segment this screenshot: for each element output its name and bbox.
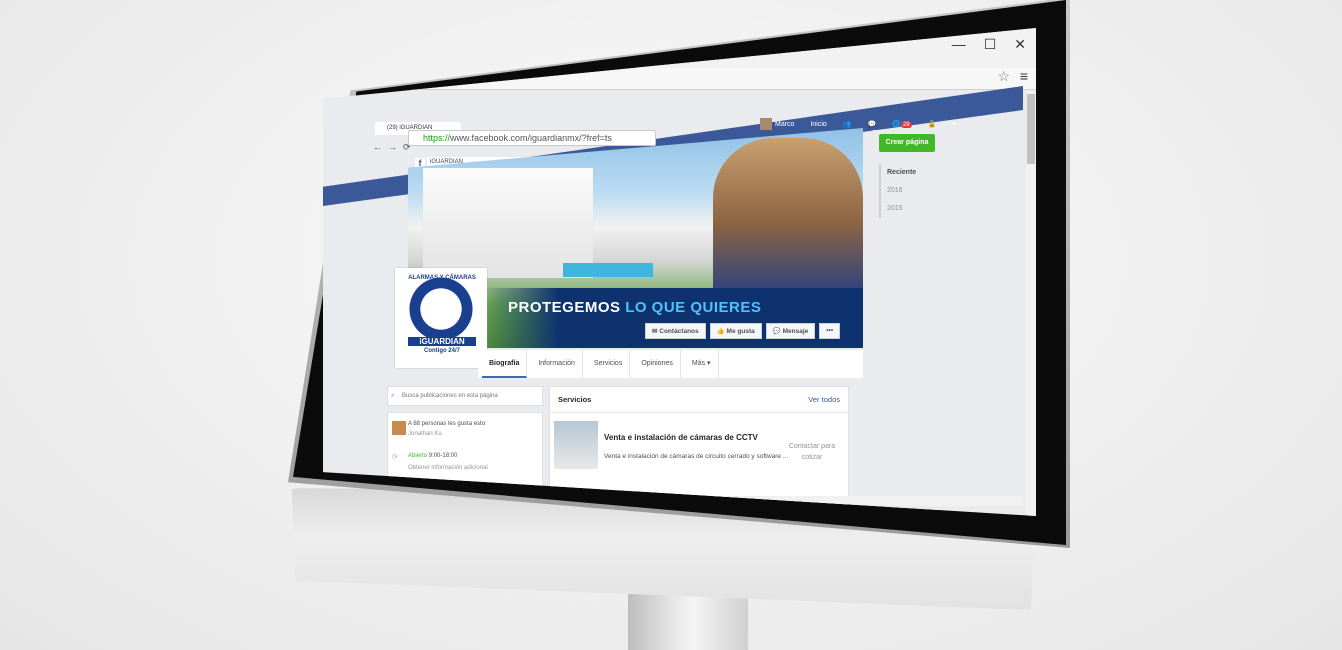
avatar [760, 118, 772, 130]
profile-arc-text: ALARMAS Y CÁMARAS [408, 275, 476, 281]
imac-stand [628, 590, 748, 650]
create-page-button[interactable]: Crear página [879, 134, 935, 152]
opening-hours: 9:00-18:00 [428, 453, 458, 459]
service-thumbnail[interactable] [554, 421, 598, 469]
more-options-button[interactable]: ••• [819, 323, 841, 339]
back-arrow-icon[interactable]: ← [373, 142, 382, 153]
tab-biografia[interactable]: Biografía [482, 350, 528, 378]
message-button[interactable]: 💬 Mensaje [765, 323, 816, 339]
notification-badge: 29 [900, 122, 912, 128]
contact-button[interactable]: ✉ Contáctanos [645, 323, 706, 339]
service-title[interactable]: Venta e instalación de cámaras de CCTV [604, 433, 758, 442]
contact-button-label: Contáctanos [659, 328, 699, 335]
right-column: Crear página Reciente 2016 2015 [873, 130, 1023, 510]
profile-picture[interactable]: ALARMAS Y CÁMARAS iGUARDIAN Contigo 24/7 [395, 268, 487, 368]
chat-bubble-icon: 💬 [772, 328, 783, 335]
timeline-recent[interactable]: Reciente [887, 164, 916, 182]
services-card: Servicios Ver todos Venta e instalación … [549, 386, 849, 506]
imac-mockup: — ☐ ✕ ☆ ≡ (29) iGUARDIAN ← → ⟳ https://w… [0, 0, 1342, 650]
account-menu-chevron-icon[interactable]: ▾ [952, 120, 956, 128]
cover-house-image [423, 168, 593, 278]
tab-mas[interactable]: Más ▾ [685, 350, 719, 378]
more-info-link[interactable]: Obtener información adicional [408, 465, 488, 471]
tab-servicios[interactable]: Servicios [587, 350, 631, 378]
likes-text[interactable]: A 88 personas les gusta esto [408, 421, 485, 427]
search-icon: ⌕ [391, 393, 395, 399]
bookmark-star-icon[interactable]: ☆ [997, 68, 1010, 85]
scrollbar-thumb[interactable] [1027, 94, 1035, 164]
cover-action-buttons: ✉ Contáctanos 👍 Me gusta 💬 Mensaje ••• [645, 323, 841, 339]
friend-requests-icon[interactable]: 👥 [843, 120, 852, 128]
browser-nav: ← → ⟳ [373, 142, 411, 153]
services-header: Servicios Ver todos [550, 387, 848, 413]
apple-logo-icon [576, 528, 610, 574]
message-button-label: Mensaje [782, 328, 809, 335]
like-button[interactable]: 👍 Me gusta [709, 323, 762, 339]
search-placeholder: Busca publicaciones en esta página [402, 393, 498, 399]
minimize-icon[interactable]: — [952, 36, 966, 53]
address-bar[interactable]: https://www.facebook.com/iguardianmx/?fr… [408, 130, 656, 146]
url-scheme: https:// [423, 133, 451, 143]
user-name: Marco [775, 120, 795, 128]
service-description: Venta e instalación de cámaras de circui… [604, 453, 789, 460]
slogan-accent: LO QUE QUIERES [625, 299, 762, 316]
clock-icon: ◷ [392, 454, 398, 460]
timeline-2016[interactable]: 2016 [887, 182, 916, 200]
thumbs-up-icon: 👍 [716, 328, 727, 335]
notifications-icon[interactable]: 🌐 29 [892, 120, 912, 128]
user-profile-link[interactable]: Marco [760, 118, 794, 130]
profile-logo: ALARMAS Y CÁMARAS iGUARDIAN Contigo 24/7 [400, 273, 482, 363]
like-button-label: Me gusta [726, 328, 755, 335]
liker-avatar [392, 421, 406, 435]
privacy-lock-icon[interactable]: 🔒 [928, 120, 937, 128]
forward-arrow-icon[interactable]: → [388, 142, 397, 153]
see-all-link[interactable]: Ver todos [808, 395, 840, 404]
open-status: Abierto [408, 453, 428, 459]
timeline-nav: Reciente 2016 2015 [879, 164, 916, 218]
cover-banner [483, 288, 863, 348]
close-icon[interactable]: ✕ [1014, 36, 1026, 53]
profile-brand: iGUARDIAN [408, 337, 476, 346]
home-link[interactable]: Inicio [810, 121, 826, 128]
window-controls: — ☐ ✕ [952, 36, 1026, 53]
tab-opiniones[interactable]: Opiniones [634, 350, 681, 378]
cover-slogan: PROTEGEMOS LO QUE QUIERES [508, 299, 761, 316]
contact-for-quote-link[interactable]: Contactar para cotizar [782, 441, 842, 463]
maximize-icon[interactable]: ☐ [984, 36, 997, 53]
page-posts-search-input[interactable]: ⌕ Busca publicaciones en esta página [387, 386, 543, 406]
tab-informacion[interactable]: Información [531, 350, 583, 378]
slogan-main: PROTEGEMOS [508, 299, 621, 316]
timeline-2015[interactable]: 2015 [887, 200, 916, 218]
facebook-user-nav: Marco Inicio 👥 💬 🌐 29 🔒 ▾ [760, 118, 956, 130]
services-title: Servicios [558, 395, 592, 404]
liker-name[interactable]: Jonathan Ku [408, 431, 442, 437]
screen: — ☐ ✕ ☆ ≡ (29) iGUARDIAN ← → ⟳ https://w… [323, 28, 1036, 516]
browser-menu-icon[interactable]: ≡ [1020, 68, 1028, 84]
messages-icon[interactable]: 💬 [868, 120, 877, 128]
page-nav-tabs: Biografía Información Servicios Opinione… [478, 350, 863, 378]
url-text: www.facebook.com/iguardianmx/?fref=ts [450, 133, 612, 143]
profile-tagline: Contigo 24/7 [423, 348, 460, 354]
cover-pool-image [563, 263, 653, 277]
